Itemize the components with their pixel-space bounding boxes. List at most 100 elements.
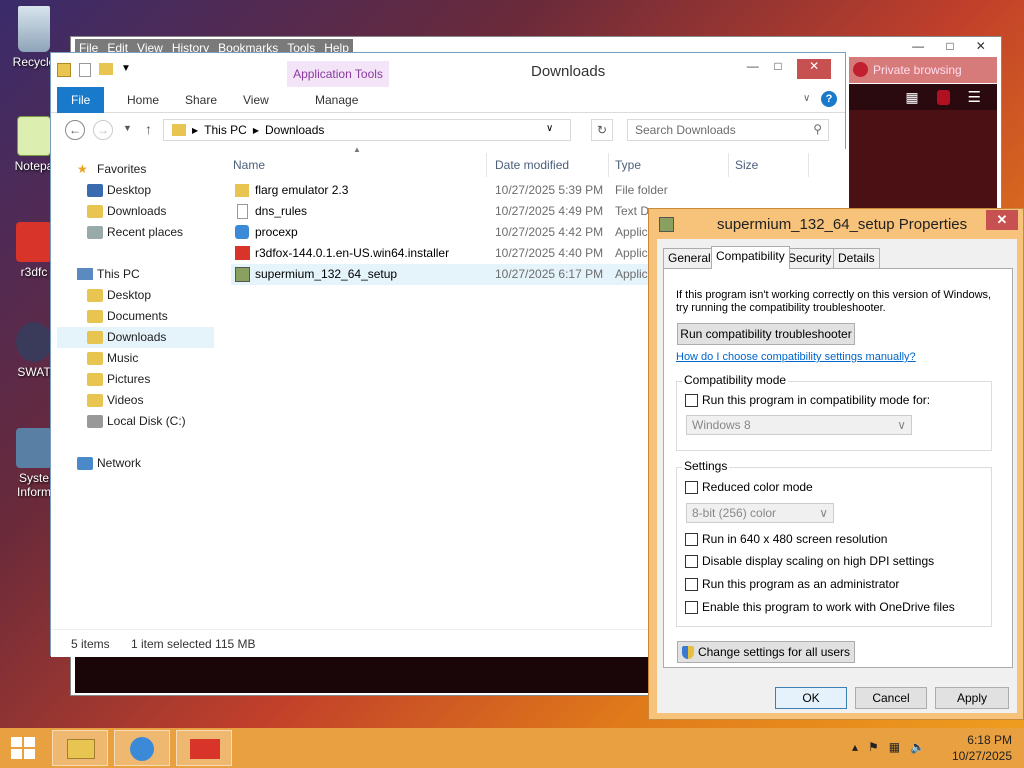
- properties-icon[interactable]: [57, 63, 71, 77]
- file-type: Applic: [615, 225, 648, 239]
- star-icon: ★: [77, 162, 88, 176]
- ublock-icon[interactable]: [936, 89, 950, 105]
- extensions-icon[interactable]: ▦: [905, 89, 918, 106]
- apply-button[interactable]: Apply: [935, 687, 1009, 709]
- maximize-icon[interactable]: □: [946, 39, 953, 57]
- taskbar-file-explorer[interactable]: [52, 730, 108, 766]
- system-clock[interactable]: 6:18 PM 10/27/2025: [952, 732, 1012, 764]
- close-icon[interactable]: ✕: [976, 39, 986, 57]
- procexp-icon: [130, 737, 154, 761]
- up-arrow-icon[interactable]: ↑: [145, 121, 152, 137]
- run-as-admin-checkbox[interactable]: Run this program as an administrator: [685, 577, 899, 591]
- hamburger-menu-icon[interactable]: ☰: [968, 88, 981, 106]
- minimize-icon[interactable]: —: [747, 59, 759, 79]
- tab-view[interactable]: View: [233, 87, 279, 113]
- ok-button[interactable]: OK: [775, 687, 847, 709]
- minimize-icon[interactable]: —: [912, 39, 924, 57]
- checkbox[interactable]: [685, 532, 698, 546]
- nav-item-downloads[interactable]: Downloads: [57, 327, 214, 348]
- run-troubleshooter-button[interactable]: Run compatibility troubleshooter: [677, 323, 855, 345]
- nav-item-music[interactable]: Music: [87, 348, 138, 369]
- checkbox[interactable]: [685, 600, 698, 614]
- search-input[interactable]: Search Downloads ⚲: [627, 119, 829, 141]
- change-all-users-button[interactable]: Change settings for all users: [677, 641, 855, 663]
- compat-mode-checkbox[interactable]: Run this program in compatibility mode f…: [685, 393, 930, 407]
- cancel-button[interactable]: Cancel: [855, 687, 927, 709]
- tab-manage[interactable]: Manage: [305, 87, 368, 113]
- resolution-640-checkbox[interactable]: Run in 640 x 480 screen resolution: [685, 532, 887, 546]
- onedrive-checkbox[interactable]: Enable this program to work with OneDriv…: [685, 600, 955, 614]
- tab-home[interactable]: Home: [117, 87, 169, 113]
- chevron-down-icon[interactable]: ▼: [121, 63, 131, 77]
- tab-compatibility[interactable]: Compatibility: [711, 246, 790, 269]
- address-dropdown-icon[interactable]: ∨: [546, 123, 553, 134]
- file-row[interactable]: procexp 10/27/2025 4:42 PM Applic: [231, 222, 701, 243]
- checkbox-label: Run this program in compatibility mode f…: [702, 393, 931, 407]
- tab-details[interactable]: Details: [833, 248, 880, 268]
- checkbox[interactable]: [685, 554, 698, 568]
- file-row-selected[interactable]: supermium_132_64_setup 10/27/2025 6:17 P…: [231, 264, 701, 285]
- help-icon[interactable]: ?: [821, 91, 837, 107]
- checkbox[interactable]: [685, 393, 698, 407]
- reduced-color-checkbox[interactable]: Reduced color mode: [685, 480, 813, 494]
- file-row[interactable]: r3dfox-144.0.1.en-US.win64.installer 10/…: [231, 243, 701, 264]
- chevron-right-icon: ▶: [192, 125, 199, 135]
- browser-window-controls: — □ ✕: [901, 39, 997, 57]
- checkbox[interactable]: [685, 577, 698, 591]
- selection-info: 1 item selected 115 MB: [131, 637, 256, 651]
- taskbar-procexp[interactable]: [114, 730, 170, 766]
- new-folder-icon[interactable]: [99, 63, 113, 75]
- file-row[interactable]: flarg emulator 2.3 10/27/2025 5:39 PM Fi…: [231, 180, 701, 201]
- column-header-size[interactable]: Size: [729, 153, 809, 177]
- desktop-icon: [87, 184, 103, 197]
- column-header-type[interactable]: Type: [609, 153, 729, 177]
- new-document-icon[interactable]: [79, 63, 91, 77]
- close-button[interactable]: ✕: [986, 210, 1018, 230]
- forward-icon[interactable]: →: [93, 120, 113, 140]
- recent-locations-icon[interactable]: ▼: [123, 123, 132, 133]
- expand-ribbon-icon[interactable]: ∨: [803, 93, 810, 104]
- show-hidden-icons-icon[interactable]: ▴: [852, 740, 858, 754]
- application-tools-tab: Application Tools: [287, 61, 389, 87]
- nav-favorites[interactable]: ★ Favorites: [77, 159, 146, 180]
- nav-item-recent-places[interactable]: Recent places: [87, 222, 183, 243]
- tab-general[interactable]: General: [663, 248, 716, 268]
- file-name: dns_rules: [255, 204, 308, 218]
- close-icon[interactable]: ✕: [797, 59, 832, 79]
- breadcrumb-this-pc[interactable]: This PC: [204, 123, 247, 137]
- column-header-date[interactable]: Date modified: [489, 153, 609, 177]
- nav-this-pc[interactable]: This PC: [77, 264, 140, 285]
- color-mode-select[interactable]: 8-bit (256) color ∨: [686, 503, 834, 523]
- address-bar[interactable]: ▶ This PC ▶ Downloads ∨: [163, 119, 571, 141]
- r3dfox-icon: [16, 222, 52, 262]
- start-button[interactable]: [8, 734, 38, 762]
- nav-item-videos[interactable]: Videos: [87, 390, 143, 411]
- nav-item-local-disk[interactable]: Local Disk (C:): [87, 411, 186, 432]
- tab-security[interactable]: Security: [783, 248, 837, 268]
- column-header-name[interactable]: Name: [227, 153, 487, 177]
- checkbox[interactable]: [685, 480, 698, 494]
- taskbar-r3dfox[interactable]: [176, 730, 232, 766]
- tab-share[interactable]: Share: [175, 87, 227, 113]
- network-tray-icon[interactable]: ▦: [889, 740, 900, 754]
- file-type: Applic: [615, 267, 648, 281]
- refresh-icon[interactable]: ↻: [591, 119, 613, 141]
- volume-muted-icon[interactable]: 🔈: [910, 740, 925, 754]
- breadcrumb-downloads[interactable]: Downloads: [265, 123, 324, 137]
- tab-file[interactable]: File: [57, 87, 105, 113]
- compat-help-link[interactable]: How do I choose compatibility settings m…: [676, 351, 916, 363]
- nav-item-pictures[interactable]: Pictures: [87, 369, 150, 390]
- file-row[interactable]: dns_rules 10/27/2025 4:49 PM Text Do: [231, 201, 701, 222]
- back-icon[interactable]: ←: [65, 120, 85, 140]
- maximize-icon[interactable]: □: [774, 59, 781, 79]
- dpi-scaling-checkbox[interactable]: Disable display scaling on high DPI sett…: [685, 554, 934, 568]
- private-browsing-tab[interactable]: Private browsing: [849, 57, 997, 83]
- nav-network[interactable]: Network: [77, 453, 141, 474]
- nav-item-desktop[interactable]: Desktop: [87, 285, 151, 306]
- r3dfox-installer-icon: [235, 246, 250, 260]
- nav-item-desktop-fav[interactable]: Desktop: [87, 180, 151, 201]
- nav-item-downloads-fav[interactable]: Downloads: [87, 201, 166, 222]
- action-center-flag-icon[interactable]: ⚑: [868, 740, 879, 754]
- nav-item-documents[interactable]: Documents: [87, 306, 168, 327]
- os-version-select[interactable]: Windows 8 ∨: [686, 415, 912, 435]
